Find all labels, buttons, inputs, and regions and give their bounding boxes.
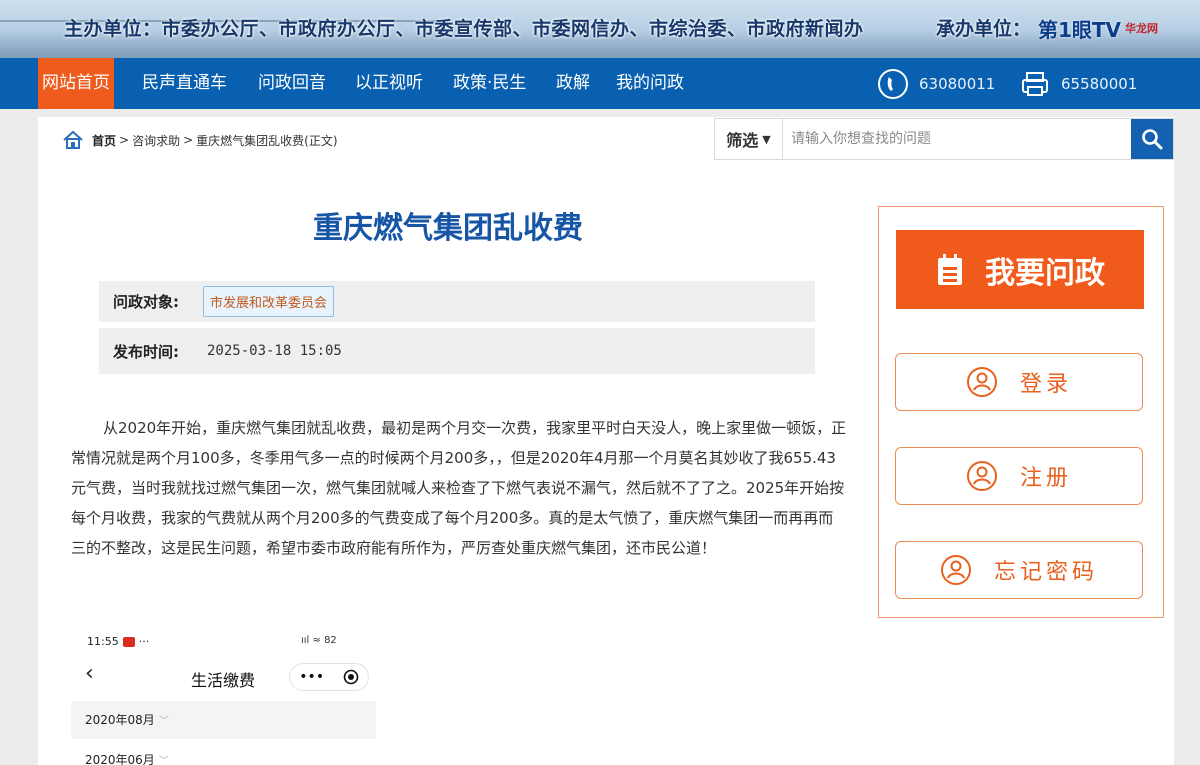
fax-line: 65580001 [1019,58,1137,109]
organizer-label: 承办单位： [936,18,1032,40]
nav-item-clarify[interactable]: 以正视听 [355,58,423,109]
nav-item-home[interactable]: 网站首页 [38,58,114,109]
filter-label: 筛选 [726,131,759,150]
nav-item-explain[interactable]: 政解 [556,58,590,109]
login-label: 登录 [1019,372,1072,397]
login-button[interactable]: 登录 [895,353,1143,411]
back-icon: ‹ [85,661,94,686]
fax-icon [1019,68,1051,100]
phone-icon [877,68,909,100]
filter-dropdown[interactable]: 筛选 ▼ [715,119,783,159]
chevron-down-icon: ▼ [762,132,771,146]
register-button[interactable]: 注册 [895,447,1143,505]
target-row: 问政对象: 市发展和改革委员会 [99,281,815,322]
tv-logo-sub: 华龙网 [1125,21,1159,35]
fax-number: 65580001 [1061,74,1138,93]
forgot-password-label: 忘记密码 [993,560,1098,585]
nav-item-my-inquiry[interactable]: 我的问政 [616,58,684,109]
ask-question-label: 我要问政 [985,255,1105,291]
forgot-password-button[interactable]: 忘记密码 [895,541,1143,599]
mini-program-capsule: ••• [289,663,369,691]
month-row: 2020年06月 ﹀ [71,741,376,765]
tv-logo-text: 第1眼TV [1038,17,1122,42]
nav-item-policy[interactable]: 政策·民生 [453,58,526,109]
user-icon [966,461,997,491]
article-title: 重庆燃气集团乱收费 [313,211,583,246]
content-panel: 首页 > 咨询求助 > 重庆燃气集团乱收费(正文) 筛选 ▼ 重庆燃气集团乱收费… [38,117,1174,765]
breadcrumb-sep: > [183,133,194,147]
notepad-icon [938,253,962,285]
target-tag[interactable]: 市发展和改革委员会 [203,286,335,317]
user-sidebar: 我要问政 登录 注册 忘记密码 [878,206,1164,618]
app-title: 生活缴费 [191,671,256,690]
main-nav: 网站首页 民声直通车 问政回音 以正视听 政策·民生 政解 我的问政 63080… [0,58,1200,109]
ask-question-button[interactable]: 我要问政 [896,230,1144,309]
tv-logo[interactable]: 第1眼TV 华龙网 [1038,13,1158,43]
phone-number: 63080011 [919,74,996,93]
home-icon [62,130,84,150]
target-label: 问政对象: [113,293,179,311]
article-body: 从2020年开始，重庆燃气集团就乱收费，最初是两个月交一次费，我家里平时白天没人… [71,419,847,557]
more-icon: ••• [299,669,325,685]
host-units-label: 主办单位：市委办公厅、市政府办公厅、市委宣传部、市委网信办、市综治委、市政府新闻… [64,18,864,40]
month-label: 2020年08月 [85,713,155,727]
attached-screenshot[interactable]: 11:55 ··· ııl ≈ 82 ‹ 生活缴费 ••• 2020年08月 ﹀ … [71,627,376,765]
time-row: 发布时间: 2025-03-18 15:05 [99,328,815,374]
search-bar: 筛选 ▼ [714,118,1174,160]
month-label: 2020年06月 [85,753,155,765]
phone-status-bar: 11:55 ··· [87,635,149,648]
user-icon [940,555,971,585]
nav-item-replies[interactable]: 问政回音 [258,58,326,109]
search-button[interactable] [1131,119,1173,159]
month-row: 2020年08月 ﹀ [71,701,376,739]
signal-icon: ııl ≈ 82 [301,635,337,646]
phone-time: 11:55 [87,635,119,648]
publish-time: 2025-03-18 15:05 [207,343,342,359]
top-banner: 主办单位：市委办公厅、市政府办公厅、市委宣传部、市委网信办、市综治委、市政府新闻… [0,0,1200,58]
search-icon [1142,129,1163,150]
breadcrumb-category[interactable]: 咨询求助 [132,132,180,149]
nav-item-voice-express[interactable]: 民声直通车 [142,58,227,109]
phone-status-extra: ··· [138,635,150,648]
register-label: 注册 [1019,466,1072,491]
breadcrumb-home[interactable]: 首页 [92,132,116,149]
user-icon [966,367,997,397]
hotline: 63080011 [877,58,995,109]
breadcrumb-sep: > [119,133,130,147]
close-circle-icon [343,669,358,685]
search-input[interactable] [783,119,1131,159]
chevron-down-icon: ﹀ [158,716,169,727]
notification-icon [122,636,135,647]
time-label: 发布时间: [113,342,179,361]
chevron-down-icon: ﹀ [158,756,169,765]
breadcrumb-current: 重庆燃气集团乱收费(正文) [196,133,338,148]
breadcrumb: 首页 > 咨询求助 > 重庆燃气集团乱收费(正文) [62,129,341,151]
